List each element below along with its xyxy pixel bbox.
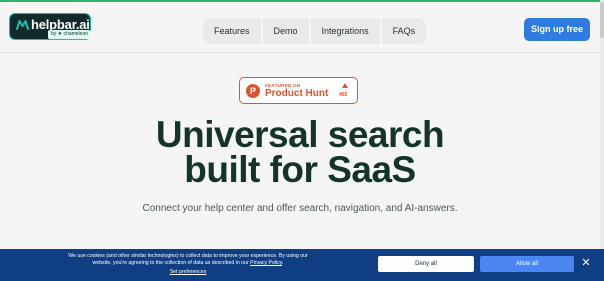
cookie-banner: We use cookies (and other similar techno… xyxy=(0,249,604,281)
deny-all-button[interactable]: Deny all xyxy=(378,256,474,272)
helpbar-logo-icon xyxy=(16,20,29,30)
signup-button[interactable]: Sign up free xyxy=(524,18,590,41)
hero-title: Universal search built for SaaS xyxy=(0,114,600,190)
scrollbar-thumb[interactable] xyxy=(600,2,604,38)
product-hunt-badge[interactable]: P FEATURED ON Product Hunt 465 xyxy=(239,77,358,104)
close-icon[interactable]: ✕ xyxy=(581,258,591,269)
nav-item-faqs[interactable]: FAQs xyxy=(382,18,427,44)
scrollbar[interactable] xyxy=(600,0,604,281)
allow-all-button[interactable]: Allow all xyxy=(480,256,574,272)
nav-item-features[interactable]: Features xyxy=(203,18,263,44)
logo-byline: by ★ chameleon xyxy=(48,30,92,39)
product-hunt-name: Product Hunt xyxy=(265,88,329,99)
nav-item-integrations[interactable]: Integrations xyxy=(311,18,382,44)
privacy-policy-link[interactable]: Privacy Policy xyxy=(250,260,282,266)
header-divider xyxy=(0,52,600,53)
product-hunt-icon: P xyxy=(246,84,260,98)
header: helpbar.ai by ★ chameleon Features Demo … xyxy=(0,2,600,54)
set-preferences-link[interactable]: Set preferences xyxy=(64,269,312,275)
product-hunt-votes: 465 xyxy=(339,92,348,98)
hero-title-line-1: Universal search xyxy=(155,114,445,155)
main-nav: Features Demo Integrations FAQs xyxy=(203,18,427,44)
nav-item-demo[interactable]: Demo xyxy=(263,18,311,44)
hero-tagline: Connect your help center and offer searc… xyxy=(142,203,458,214)
cookie-message-end: . xyxy=(282,260,284,266)
upvote-arrow-icon xyxy=(342,83,348,88)
logo[interactable]: helpbar.ai by ★ chameleon xyxy=(9,13,92,40)
hero-title-line-2: built for SaaS xyxy=(184,149,416,190)
cookie-message: We use cookies (and other similar techno… xyxy=(64,253,312,267)
